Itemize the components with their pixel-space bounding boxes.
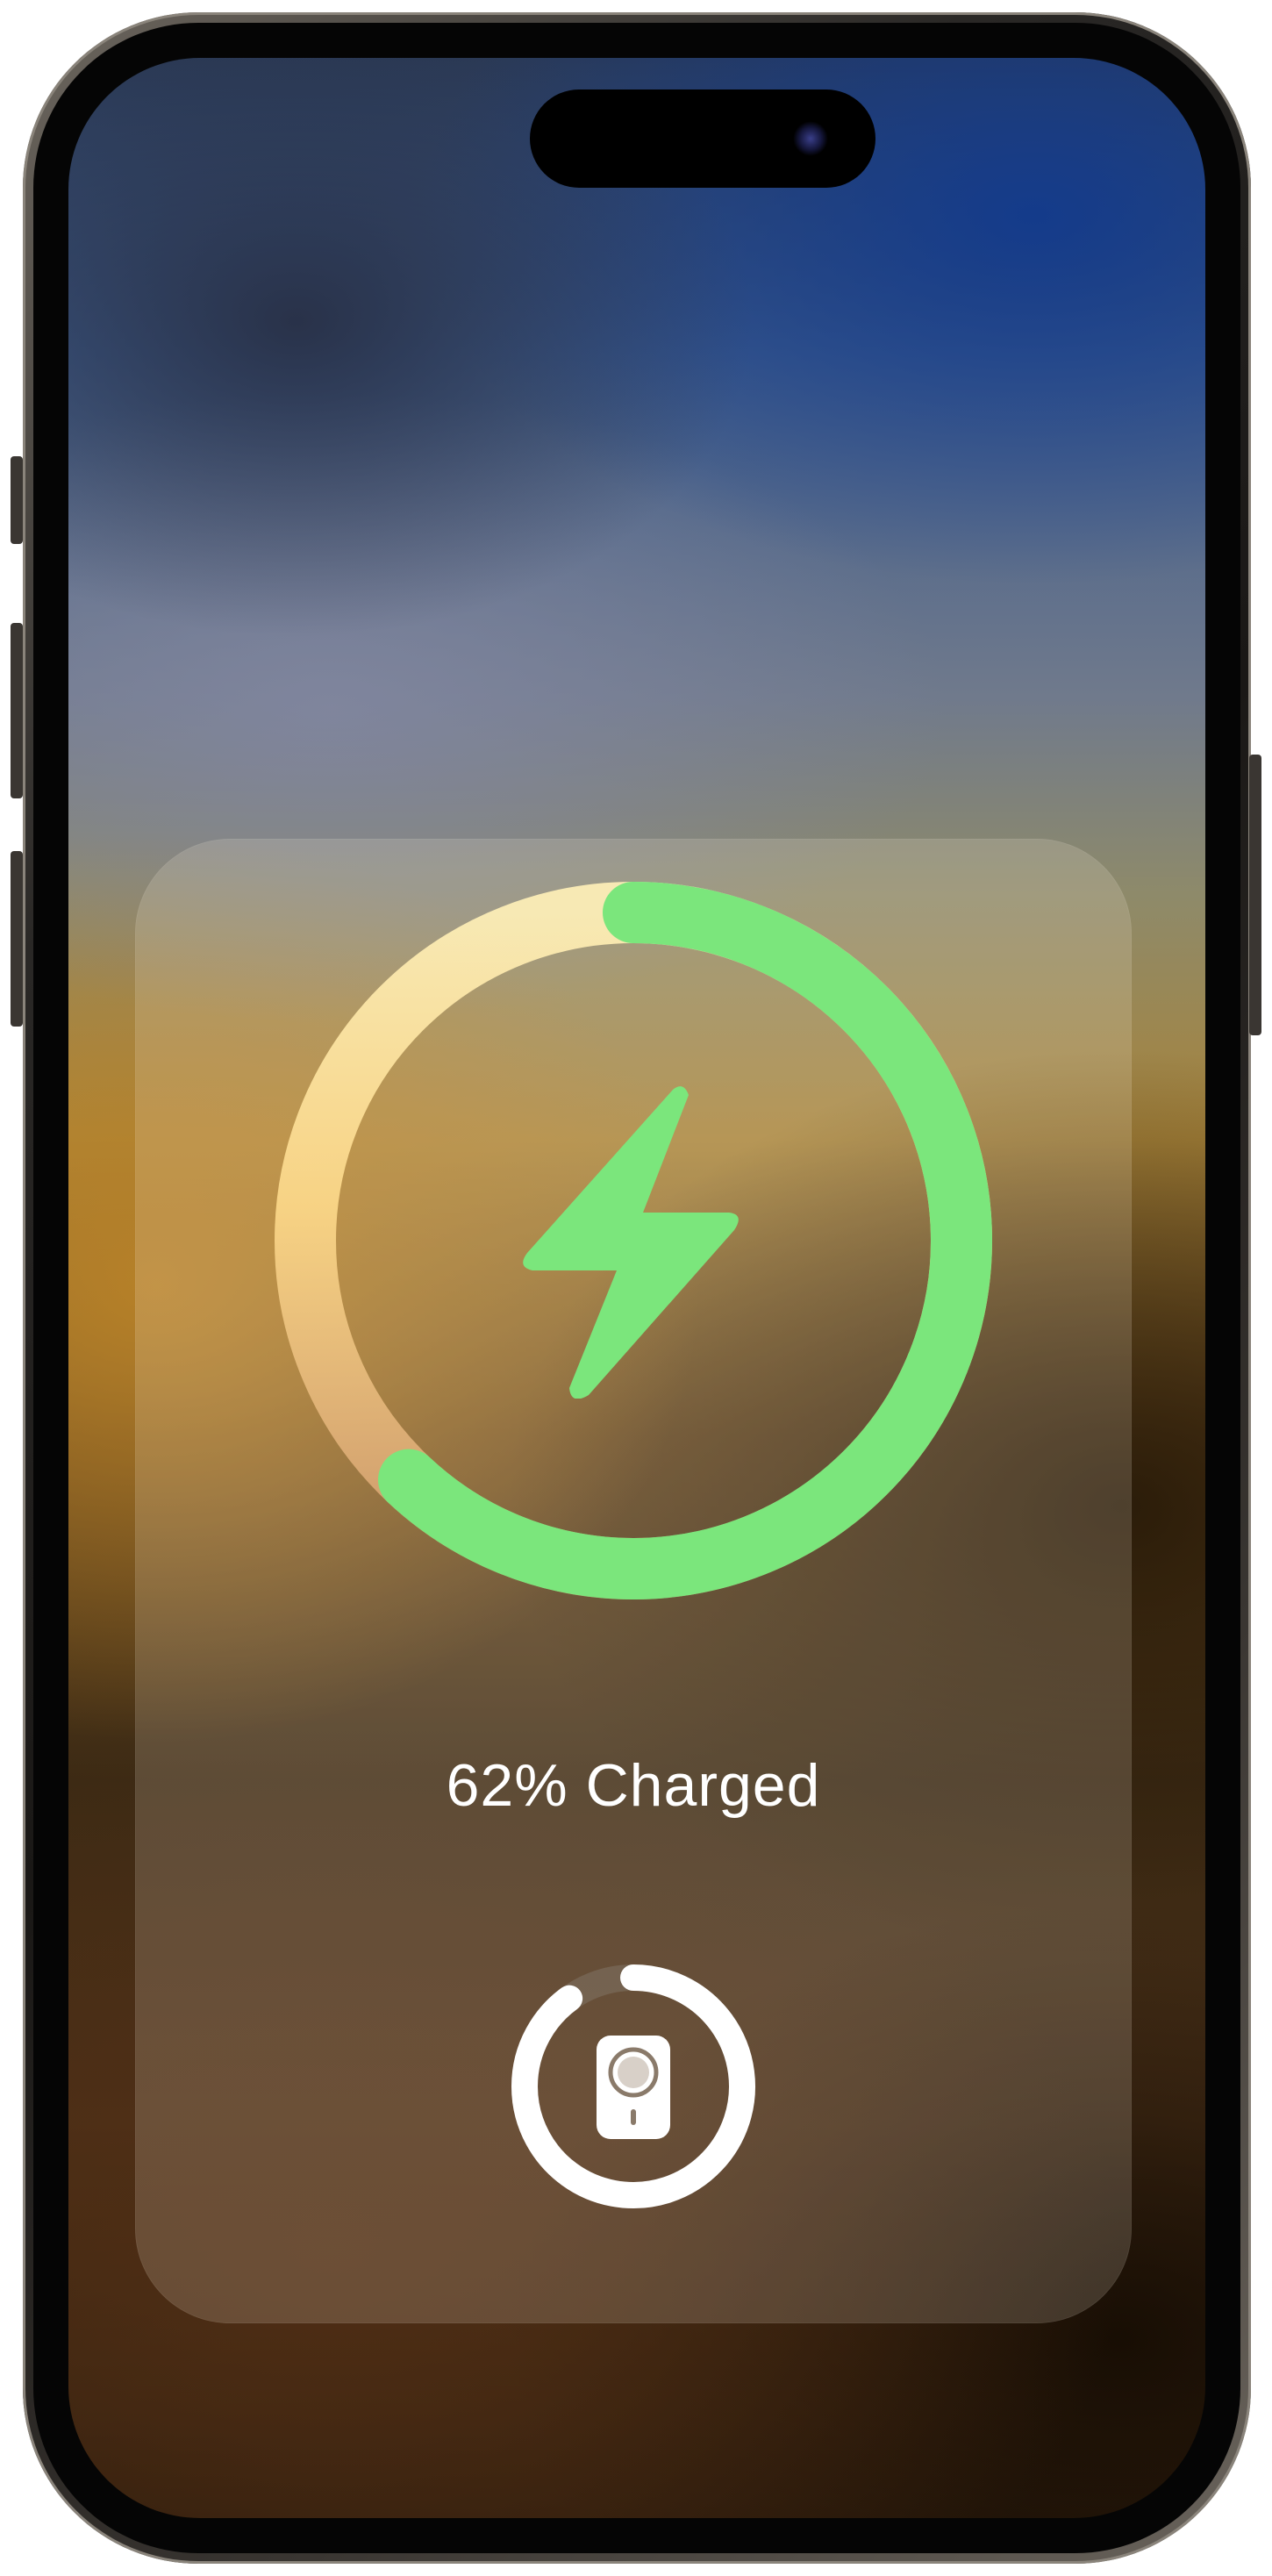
side-button: [1249, 755, 1261, 1035]
lightning-bolt-icon: [523, 1086, 739, 1399]
dynamic-island: [530, 89, 875, 188]
lock-screen: 62% Charged: [68, 58, 1205, 2518]
magsafe-battery-pack-icon: [597, 2036, 670, 2139]
action-button: [11, 456, 23, 544]
front-camera: [793, 121, 828, 156]
charging-card: 62% Charged: [135, 839, 1132, 2323]
volume-down-button: [11, 851, 23, 1027]
charge-status-label: 62% Charged: [446, 1752, 821, 1819]
volume-up-button: [11, 623, 23, 798]
accessory-battery-widget[interactable]: [511, 1964, 756, 2209]
